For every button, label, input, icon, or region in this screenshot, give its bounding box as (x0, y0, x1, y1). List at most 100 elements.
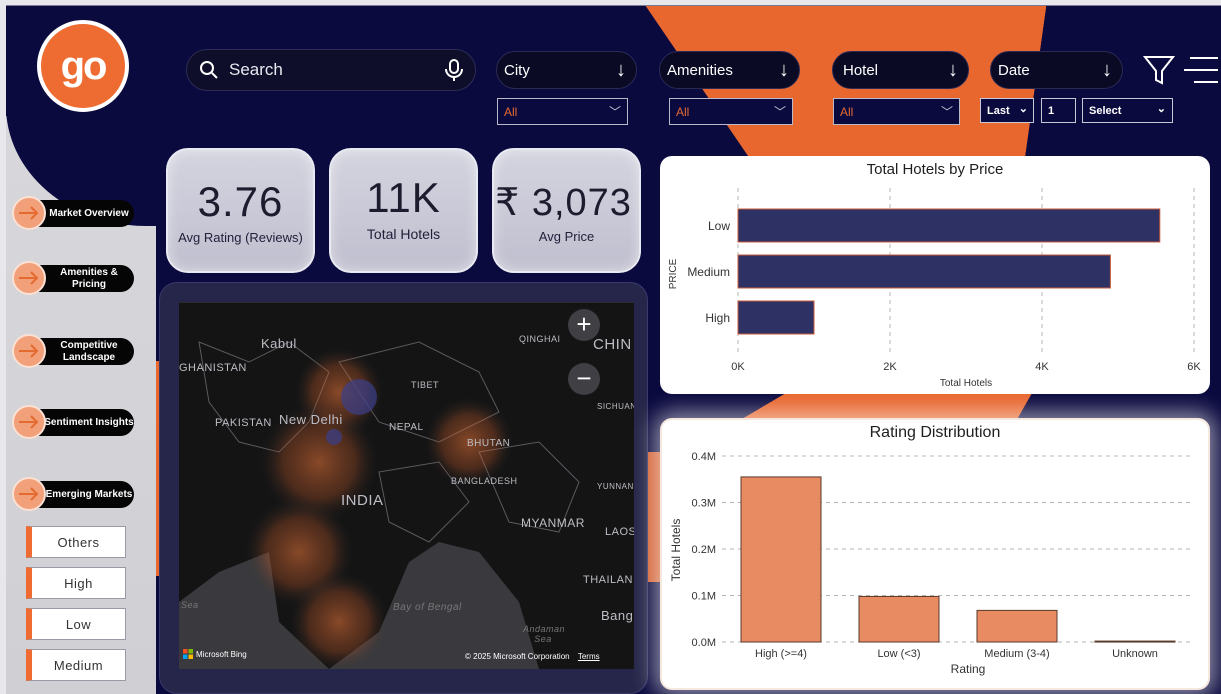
filter-amenities[interactable]: Amenities ↓ (659, 51, 800, 89)
map-label: INDIA (341, 492, 384, 509)
search-box[interactable]: Search (186, 49, 476, 91)
chevron-down-icon: ⌄ (1156, 103, 1166, 115)
legend-button-others[interactable]: Others (26, 526, 126, 558)
chart-rating-distribution: Rating Distribution 0.0M 0.1M 0.2M 0.3M 0.4M… (660, 418, 1210, 690)
x-tick-label: Unknown (1112, 648, 1158, 660)
map-label: QINGHAI (519, 334, 561, 344)
y-tick-label: Low (708, 219, 730, 233)
arrow-right-icon (12, 261, 46, 295)
date-count-input[interactable]: 1 (1041, 98, 1076, 123)
map-label: MYANMAR (521, 516, 585, 530)
kpi-value: 3.76 (197, 178, 284, 225)
map-label: Bay of Bengal (393, 602, 462, 613)
x-tick-label: 2K (883, 361, 897, 373)
arrow-right-icon (12, 477, 46, 511)
map[interactable]: Kabul GHANISTAN QINGHAI CHIN TIBET PAKIS… (179, 302, 634, 669)
map-label: GHANISTAN (179, 362, 247, 374)
filter-funnel-icon[interactable] (1143, 54, 1175, 86)
city-dropdown[interactable]: All ﹀ (497, 98, 628, 125)
y-axis-label: Total Hotels (669, 519, 683, 582)
map-label: Bang (601, 608, 634, 623)
map-label: Andaman Sea (523, 624, 566, 644)
price-bar-chart: 0K 2K 4K 6K Low Medium High Total Hotels PRICE (668, 188, 1201, 389)
logo-text: go (60, 43, 108, 88)
arrow-down-icon: ↓ (616, 58, 626, 81)
x-tick-label: 4K (1035, 361, 1049, 373)
menu-icon[interactable] (1180, 54, 1218, 86)
nav-competitive-landscape[interactable]: Competitive Landscape (12, 334, 134, 368)
filter-date[interactable]: Date ↓ (990, 51, 1123, 89)
city-dropdown-value: All (504, 104, 518, 119)
x-tick-label: 6K (1187, 361, 1201, 373)
search-icon (200, 61, 218, 79)
microphone-icon[interactable] (443, 58, 465, 82)
brand-logo[interactable]: go (37, 20, 129, 112)
amenities-dropdown[interactable]: All ﹀ (669, 98, 793, 125)
date-unit-dropdown[interactable]: Select ⌄ (1082, 98, 1173, 123)
x-tick-label: Medium (3-4) (984, 648, 1049, 660)
date-relative-dropdown[interactable]: Last ⌄ (980, 98, 1034, 123)
arrow-down-icon: ↓ (1102, 58, 1112, 81)
arrow-right-icon (12, 196, 46, 230)
nav-amenities-pricing[interactable]: Amenities & Pricing (12, 261, 134, 295)
map-label: THAILAN (583, 574, 633, 586)
x-tick-label: High (>=4) (755, 648, 807, 660)
kpi-label: Avg Price (538, 229, 595, 244)
map-label: YUNNAN (597, 482, 634, 491)
rating-bar-chart: 0.0M 0.1M 0.2M 0.3M 0.4M High (>=4) Low (<3) Me… (669, 451, 1194, 676)
search-input[interactable]: Search (229, 60, 443, 80)
kpi-avg-price: ₹ 3,073 Avg Price (492, 148, 641, 273)
date-relative-value: Last (987, 104, 1010, 117)
map-label: NEPAL (389, 422, 424, 433)
chevron-down-icon: ﹀ (940, 105, 953, 119)
map-copyright: © 2025 Microsoft Corporation Terms (465, 652, 600, 661)
map-terrain (179, 302, 634, 669)
arrow-right-icon (12, 405, 46, 439)
x-tick-label: Low (<3) (877, 648, 920, 660)
x-axis-label: Total Hotels (940, 378, 992, 389)
bar-rating (1094, 640, 1176, 643)
legend-button-medium[interactable]: Medium (26, 649, 126, 681)
y-tick-label: 0.1M (692, 591, 716, 603)
map-label: New Delhi (279, 412, 343, 427)
filter-hotel[interactable]: Hotel ↓ (832, 51, 969, 89)
kpi-label: Avg Rating (Reviews) (178, 230, 303, 245)
dashboard: go Market Overview Amenities & Pricing C… (6, 5, 1221, 694)
filter-hotel-label: Hotel (843, 61, 879, 79)
map-label: BANGLADESH (451, 476, 518, 486)
arrow-right-icon (12, 334, 46, 368)
y-tick-label: 0.3M (692, 498, 716, 510)
y-tick-label: 0.2M (692, 544, 716, 556)
zoom-in-button[interactable]: + (568, 309, 600, 341)
zoom-out-button[interactable]: − (568, 363, 600, 395)
x-axis-label: Rating (951, 662, 986, 676)
legend-button-low[interactable]: Low (26, 608, 126, 640)
date-count-value: 1 (1048, 104, 1055, 117)
bar-rating (858, 595, 940, 643)
chevron-down-icon: ﹀ (608, 105, 621, 119)
hotel-dropdown-value: All (840, 104, 854, 119)
kpi-label: Total Hotels (366, 226, 441, 242)
bar-rating (976, 609, 1058, 643)
nav-emerging-markets[interactable]: Emerging Markets (12, 477, 134, 511)
x-tick-label: 0K (731, 361, 745, 373)
legend-button-high[interactable]: High (26, 567, 126, 599)
y-axis-label: PRICE (668, 258, 679, 289)
amenities-dropdown-value: All (676, 104, 690, 119)
hotel-dropdown[interactable]: All ﹀ (833, 98, 960, 125)
chevron-down-icon: ⌄ (1018, 103, 1028, 115)
map-label: BHUTAN (467, 438, 511, 449)
terms-link[interactable]: Terms (578, 652, 600, 661)
date-unit-value: Select (1089, 104, 1122, 117)
map-label: Kabul (261, 336, 297, 351)
bing-attribution: Microsoft Bing (183, 649, 247, 659)
bar-rating (740, 476, 822, 643)
filter-city[interactable]: City ↓ (496, 51, 637, 89)
filter-date-label: Date (998, 61, 1030, 79)
bar-high (737, 300, 815, 335)
kpi-avg-rating: 3.76 Avg Rating (Reviews) (166, 148, 315, 273)
kpi-value: ₹ 3,073 (495, 182, 632, 224)
kpi-total-hotels: 11K Total Hotels (329, 148, 478, 273)
nav-sentiment-insights[interactable]: Sentiment Insights (12, 405, 134, 439)
nav-market-overview[interactable]: Market Overview (12, 196, 134, 230)
